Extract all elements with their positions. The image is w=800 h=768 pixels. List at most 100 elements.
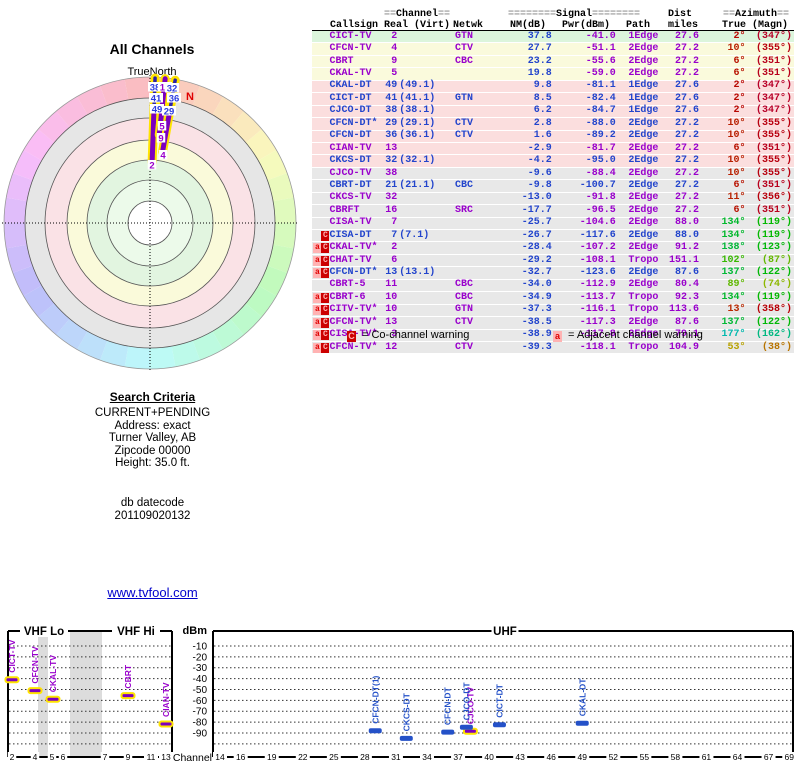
co-channel-warning-icon: C xyxy=(321,305,330,316)
table-row: CICT-TV 2 GTN 37.8 -41.0 1Edge 27.6 2° (347°) xyxy=(312,30,794,44)
cell-true: 10° xyxy=(727,155,746,167)
signal-bar-label: CKCS-DT xyxy=(401,692,411,731)
table-header-signal: ========Signal======== xyxy=(508,9,641,20)
table-row: a C CITV-TV* 10 GTN -37.3 -116.1 Tropo 113.6 13° (… xyxy=(312,304,794,318)
station-channel-label: 36 xyxy=(169,94,180,105)
cell-net: GTN xyxy=(454,92,473,104)
cell-nm: 9.8 xyxy=(533,80,552,92)
station-channel-label: 32 xyxy=(167,84,178,95)
signal-bar-label: CICT-DT xyxy=(494,683,504,717)
cell-pwr: -88.0 xyxy=(585,117,616,129)
cell-mi: 92.3 xyxy=(675,291,700,303)
cell-mi: 27.2 xyxy=(675,179,700,191)
cell-call: CFCN-DT xyxy=(329,130,372,142)
cell-call: CFCN-TV* xyxy=(329,316,378,328)
adjacent-channel-warning-icon: a xyxy=(313,255,322,266)
cell-call: CFCN-DT* xyxy=(329,267,378,279)
cell-path: 1Edge xyxy=(628,80,659,92)
signal-bar-label: CBRT xyxy=(123,664,133,688)
cell-magn: (351°) xyxy=(756,55,793,67)
cell-call: CJCO-DT xyxy=(329,105,372,117)
cell-pwr: -82.4 xyxy=(585,92,616,104)
cell-nm: -38.9 xyxy=(521,329,552,341)
cell-real: 6 xyxy=(391,254,398,266)
x-tick-label: 5 xyxy=(50,752,55,762)
cell-true: 6° xyxy=(733,142,746,154)
cell-pwr: -88.4 xyxy=(585,167,616,179)
x-tick-label: 64 xyxy=(733,752,743,762)
cell-mi: 27.2 xyxy=(675,117,700,129)
signal-bar xyxy=(27,687,43,695)
cell-path: 2Edge xyxy=(628,55,659,67)
cell-magn: (122°) xyxy=(756,267,793,279)
azimuth-hue-ring xyxy=(273,197,296,223)
cell-magn: (356°) xyxy=(756,192,793,204)
cell-magn: (122°) xyxy=(756,316,793,328)
search-line-city: Turner Valley, AB xyxy=(108,432,197,445)
cell-path: 2Edge xyxy=(628,43,659,55)
cell-nm: -9.6 xyxy=(527,167,552,179)
cell-magn: (355°) xyxy=(756,167,793,179)
x-tick-label: 37 xyxy=(453,752,463,762)
cell-pwr: -91.8 xyxy=(585,192,616,204)
search-line-height: Height: 35.0 ft. xyxy=(115,457,190,470)
cell-magn: (347°) xyxy=(756,30,793,42)
y-tick-label: -10 xyxy=(193,642,208,653)
cell-virt: (7.1) xyxy=(399,229,430,241)
cell-magn: (87°) xyxy=(762,254,793,266)
cell-path: 2Edge xyxy=(628,155,659,167)
cell-pwr: -89.2 xyxy=(585,130,616,142)
x-tick-label: 55 xyxy=(640,752,650,762)
cell-call: CITV-TV* xyxy=(329,304,378,316)
signal-bar xyxy=(575,720,589,726)
cell-nm: -9.8 xyxy=(527,179,552,191)
cell-mi: 27.2 xyxy=(675,130,700,142)
cell-real: 10 xyxy=(385,291,398,303)
cell-nm: -34.0 xyxy=(521,279,552,291)
cell-path: 1Edge xyxy=(628,105,659,117)
cell-true: 10° xyxy=(727,43,746,55)
signal-bar xyxy=(492,722,506,728)
cell-mi: 27.2 xyxy=(675,55,700,67)
tvfool-link[interactable]: www.tvfool.com xyxy=(107,585,197,600)
cell-true: 134° xyxy=(721,229,746,241)
x-tick-label: 14 xyxy=(215,752,225,762)
cell-virt: (41.1) xyxy=(399,92,436,104)
cell-pwr: -41.0 xyxy=(585,30,616,42)
adjacent-channel-warning-icon: a xyxy=(313,305,322,316)
table-row: CKCS-DT 32 (32.1) -4.2 -95.0 2Edge 27.2 10° (355… xyxy=(312,155,794,168)
cell-nm: 6.2 xyxy=(533,105,552,117)
signal-bar-label: CKAL-TV xyxy=(48,655,58,693)
y-tick-label: -90 xyxy=(193,728,208,739)
signal-bar-label: CJCO-DT xyxy=(461,682,471,721)
cell-true: 6° xyxy=(733,55,746,67)
table-row: CFCN-DT 36 (36.1) CTV 1.6 -89.2 2Edge 27.2 10° (3… xyxy=(312,130,794,143)
cell-magn: (347°) xyxy=(756,92,793,104)
cell-magn: (355°) xyxy=(756,117,793,129)
cell-call: CICT-TV xyxy=(329,30,372,42)
cell-magn: (162°) xyxy=(756,329,793,341)
co-channel-warning-icon: C xyxy=(321,292,330,303)
cell-pwr: -112.9 xyxy=(579,279,616,291)
table-header-channel: ==Channel== xyxy=(384,9,451,20)
cell-call: CHAT-TV xyxy=(329,254,372,266)
table-row: CBRFT 16 SRC -17.7 -96.5 2Edge 27.2 6° (351°) xyxy=(312,204,794,218)
cell-mi: 27.6 xyxy=(675,105,700,117)
adjacent-channel-warning-icon: a xyxy=(313,317,322,328)
signal-table: CICT-TV 2 GTN 37.8 -41.0 1Edge 27.6 2° (347°) CFC… xyxy=(312,30,794,355)
cell-real: 38 xyxy=(385,105,398,117)
vhf-hi-title: VHF Hi xyxy=(117,626,155,638)
cell-mk: aC xyxy=(312,292,330,303)
co-channel-warning-icon: C xyxy=(321,317,330,328)
cell-path: 2Edge xyxy=(628,279,659,291)
cell-mi: 88.0 xyxy=(675,217,700,229)
cell-mi: 27.6 xyxy=(675,30,700,42)
cell-path: 2Edge xyxy=(628,192,659,204)
cell-nm: -39.3 xyxy=(521,341,552,353)
cell-nm: 19.8 xyxy=(527,68,552,80)
cell-nm: -4.2 xyxy=(527,155,552,167)
x-tick-label: 40 xyxy=(484,752,494,762)
cell-nm: -17.7 xyxy=(521,204,552,216)
cell-mk: aC xyxy=(312,317,330,328)
cell-magn: (355°) xyxy=(756,130,793,142)
